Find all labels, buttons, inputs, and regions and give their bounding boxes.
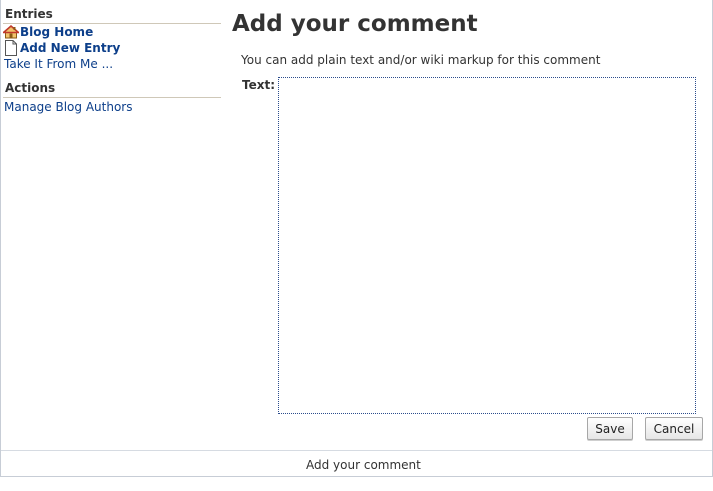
footer: Add your comment xyxy=(1,450,712,477)
sidebar-item-blog-home[interactable]: Blog Home xyxy=(1,24,221,40)
sidebar: Entries Blog Home Add New Entry Take It … xyxy=(1,0,221,115)
sidebar-item-add-new-entry[interactable]: Add New Entry xyxy=(3,40,221,56)
actions-heading: Actions xyxy=(3,72,221,98)
footer-title: Add your comment xyxy=(306,458,421,472)
actions-list: Manage Blog Authors xyxy=(3,99,221,115)
cancel-button[interactable]: Cancel xyxy=(645,417,703,440)
text-label: Text: xyxy=(242,78,276,92)
page-title: Add your comment xyxy=(232,11,478,37)
sidebar-link-manage-blog-authors[interactable]: Manage Blog Authors xyxy=(3,99,132,115)
entries-list: Blog Home Add New Entry Take It From Me … xyxy=(1,24,221,72)
sidebar-item-take-it-from-me[interactable]: Take It From Me ... xyxy=(3,56,221,72)
sidebar-item-manage-blog-authors[interactable]: Manage Blog Authors xyxy=(3,99,221,115)
app-frame: Entries Blog Home Add New Entry Take It … xyxy=(0,0,713,477)
markup-hint: You can add plain text and/or wiki marku… xyxy=(241,53,601,67)
home-icon xyxy=(1,24,21,40)
sidebar-link-take-it-from-me[interactable]: Take It From Me ... xyxy=(3,56,113,72)
save-button[interactable]: Save xyxy=(587,417,633,440)
sidebar-link-add-new-entry[interactable]: Add New Entry xyxy=(20,40,120,56)
sidebar-link-blog-home[interactable]: Blog Home xyxy=(20,24,93,40)
entries-heading: Entries xyxy=(3,0,221,24)
comment-textarea[interactable] xyxy=(278,77,696,414)
page-icon xyxy=(3,40,19,56)
